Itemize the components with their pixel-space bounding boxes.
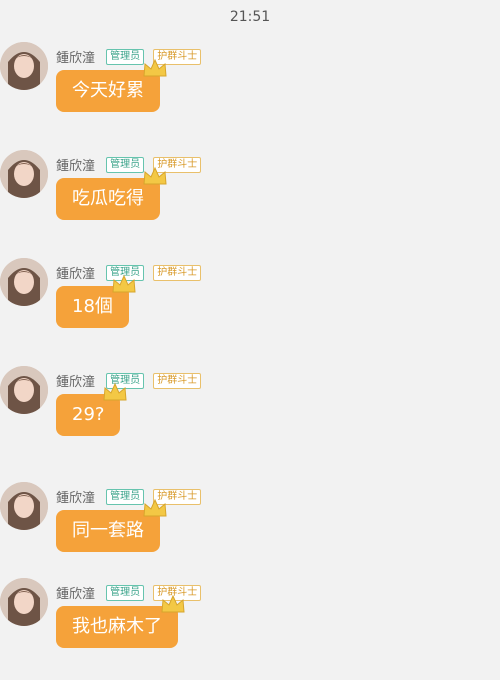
crown-icon	[112, 274, 136, 293]
message-meta: 鍾欣潼 管理员 护群斗士	[56, 486, 205, 506]
message-bubble[interactable]: 我也麻木了	[56, 594, 185, 648]
avatar[interactable]	[0, 578, 48, 626]
message-text: 29?	[72, 404, 105, 425]
crown-icon	[143, 58, 167, 77]
avatar[interactable]	[0, 150, 48, 198]
message-row: 鍾欣潼 管理员 护群斗士 今天好累	[0, 34, 500, 144]
admin-badge: 管理员	[106, 584, 145, 601]
bubble-container: 同一套路	[56, 498, 167, 552]
message-row: 鍾欣潼 管理员 护群斗士 29?	[0, 358, 500, 468]
bubble-container: 吃瓜吃得	[56, 166, 167, 220]
message-meta: 鍾欣潼 管理员 护群斗士	[56, 154, 205, 174]
sender-name: 鍾欣潼	[56, 491, 96, 506]
chat-list[interactable]: 鍾欣潼 管理员 护群斗士 今天好累 鍾欣潼 管理员 护群斗士 吃瓜吃得 鍾欣潼 …	[0, 34, 500, 648]
bubble-container: 今天好累	[56, 58, 167, 112]
message-row: 鍾欣潼 管理员 护群斗士 吃瓜吃得	[0, 142, 500, 252]
message-bubble[interactable]: 今天好累	[56, 58, 167, 112]
guard-badge: 护群斗士	[153, 372, 202, 389]
message-bubble[interactable]: 29?	[56, 382, 128, 436]
message-row: 鍾欣潼 管理员 护群斗士 同一套路	[0, 474, 500, 584]
message-bubble[interactable]: 同一套路	[56, 498, 167, 552]
sender-name: 鍾欣潼	[56, 51, 96, 66]
admin-badge: 管理员	[106, 488, 145, 505]
guard-badge: 护群斗士	[153, 264, 202, 281]
crown-icon	[161, 594, 185, 613]
message-row: 鍾欣潼 管理员 护群斗士 18個	[0, 250, 500, 360]
status-bar: 21:51	[0, 0, 500, 34]
bubble-container: 我也麻木了	[56, 594, 185, 648]
admin-badge: 管理员	[106, 156, 145, 173]
message-text: 同一套路	[72, 520, 144, 541]
message-text: 我也麻木了	[72, 616, 162, 637]
message-text: 今天好累	[72, 80, 144, 101]
bubble-container: 29?	[56, 382, 128, 436]
message-text: 吃瓜吃得	[72, 188, 144, 209]
admin-badge: 管理员	[106, 48, 145, 65]
sender-name: 鍾欣潼	[56, 159, 96, 174]
crown-icon	[103, 382, 128, 401]
message-bubble[interactable]: 18個	[56, 274, 136, 328]
message-meta: 鍾欣潼 管理员 护群斗士	[56, 46, 205, 66]
message-bubble[interactable]: 吃瓜吃得	[56, 166, 167, 220]
status-time: 21:51	[229, 9, 271, 25]
crown-icon	[143, 498, 167, 517]
sender-name: 鍾欣潼	[56, 375, 96, 390]
crown-icon	[143, 166, 167, 185]
message-row: 鍾欣潼 管理员 护群斗士 我也麻木了	[0, 570, 500, 680]
sender-name: 鍾欣潼	[56, 267, 96, 282]
avatar[interactable]	[0, 42, 48, 90]
avatar[interactable]	[0, 482, 48, 530]
message-text: 18個	[72, 296, 113, 317]
message-meta: 鍾欣潼 管理员 护群斗士	[56, 370, 205, 390]
bubble-container: 18個	[56, 274, 136, 328]
avatar[interactable]	[0, 366, 48, 414]
avatar[interactable]	[0, 258, 48, 306]
sender-name: 鍾欣潼	[56, 587, 96, 602]
